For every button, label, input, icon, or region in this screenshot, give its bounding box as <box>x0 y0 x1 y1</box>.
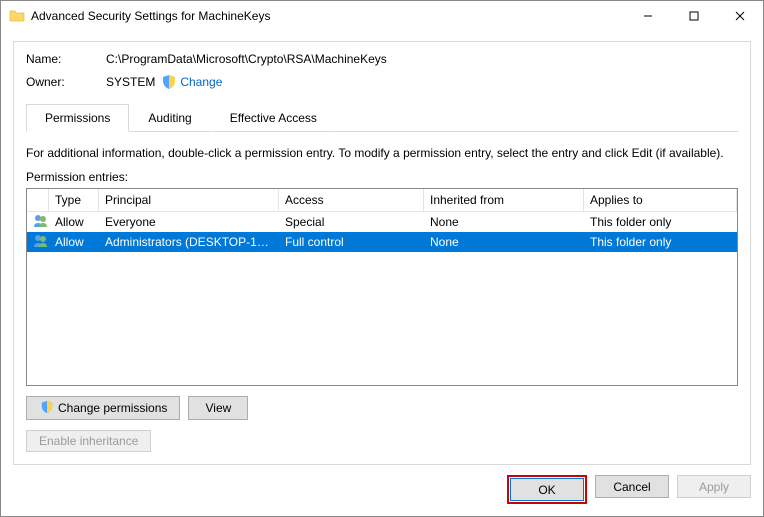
col-icon-header[interactable] <box>27 189 49 211</box>
name-row: Name: C:\ProgramData\Microsoft\Crypto\RS… <box>26 52 738 66</box>
listview-header: Type Principal Access Inherited from App… <box>27 189 737 212</box>
table-row[interactable]: AllowEveryoneSpecialNoneThis folder only <box>27 212 737 232</box>
window-title: Advanced Security Settings for MachineKe… <box>31 9 625 23</box>
cell-type: Allow <box>49 233 99 251</box>
cell-access: Full control <box>279 233 424 251</box>
cancel-button[interactable]: Cancel <box>595 475 669 498</box>
owner-row: Owner: SYSTEM Change <box>26 74 738 90</box>
dialog-footer: OK Cancel Apply <box>1 465 763 516</box>
permission-buttons-row: Change permissions View <box>26 396 738 420</box>
owner-value: SYSTEM <box>106 75 155 89</box>
name-value: C:\ProgramData\Microsoft\Crypto\RSA\Mach… <box>106 52 387 66</box>
shield-icon <box>161 74 177 90</box>
cell-inherited: None <box>424 233 584 251</box>
col-principal-header[interactable]: Principal <box>99 189 279 211</box>
apply-button: Apply <box>677 475 751 498</box>
col-inherited-header[interactable]: Inherited from <box>424 189 584 211</box>
shield-icon <box>39 400 55 416</box>
window-controls <box>625 1 763 31</box>
inheritance-row: Enable inheritance <box>26 430 738 452</box>
security-settings-window: Advanced Security Settings for MachineKe… <box>0 0 764 517</box>
cell-type: Allow <box>49 213 99 231</box>
col-type-header[interactable]: Type <box>49 189 99 211</box>
entries-label: Permission entries: <box>26 170 738 184</box>
close-button[interactable] <box>717 1 763 31</box>
tab-auditing[interactable]: Auditing <box>129 104 210 132</box>
tab-effective-access[interactable]: Effective Access <box>211 104 336 132</box>
minimize-button[interactable] <box>625 1 671 31</box>
folder-icon <box>9 8 25 24</box>
change-owner-link[interactable]: Change <box>180 75 222 89</box>
content-area: Name: C:\ProgramData\Microsoft\Crypto\RS… <box>1 31 763 465</box>
main-panel: Name: C:\ProgramData\Microsoft\Crypto\RS… <box>13 41 751 465</box>
ok-button[interactable]: OK <box>510 478 584 501</box>
permission-listview[interactable]: Type Principal Access Inherited from App… <box>26 188 738 386</box>
cell-applies: This folder only <box>584 213 737 231</box>
info-text: For additional information, double-click… <box>26 146 738 160</box>
col-applies-header[interactable]: Applies to <box>584 189 737 211</box>
ok-highlight-annotation: OK <box>507 475 587 504</box>
cell-inherited: None <box>424 213 584 231</box>
change-permissions-button[interactable]: Change permissions <box>26 396 180 420</box>
listview-body: AllowEveryoneSpecialNoneThis folder only… <box>27 212 737 385</box>
table-row[interactable]: AllowAdministrators (DESKTOP-1M...Full c… <box>27 232 737 252</box>
cell-applies: This folder only <box>584 233 737 251</box>
owner-label: Owner: <box>26 75 106 89</box>
cell-access: Special <box>279 213 424 231</box>
name-label: Name: <box>26 52 106 66</box>
users-icon <box>27 231 49 254</box>
view-button[interactable]: View <box>188 396 248 420</box>
titlebar: Advanced Security Settings for MachineKe… <box>1 1 763 31</box>
change-permissions-label: Change permissions <box>58 401 167 415</box>
col-access-header[interactable]: Access <box>279 189 424 211</box>
cell-principal: Administrators (DESKTOP-1M... <box>99 233 279 251</box>
maximize-button[interactable] <box>671 1 717 31</box>
tab-permissions[interactable]: Permissions <box>26 104 129 132</box>
tab-bar: Permissions Auditing Effective Access <box>26 104 738 132</box>
enable-inheritance-button: Enable inheritance <box>26 430 151 452</box>
cell-principal: Everyone <box>99 213 279 231</box>
